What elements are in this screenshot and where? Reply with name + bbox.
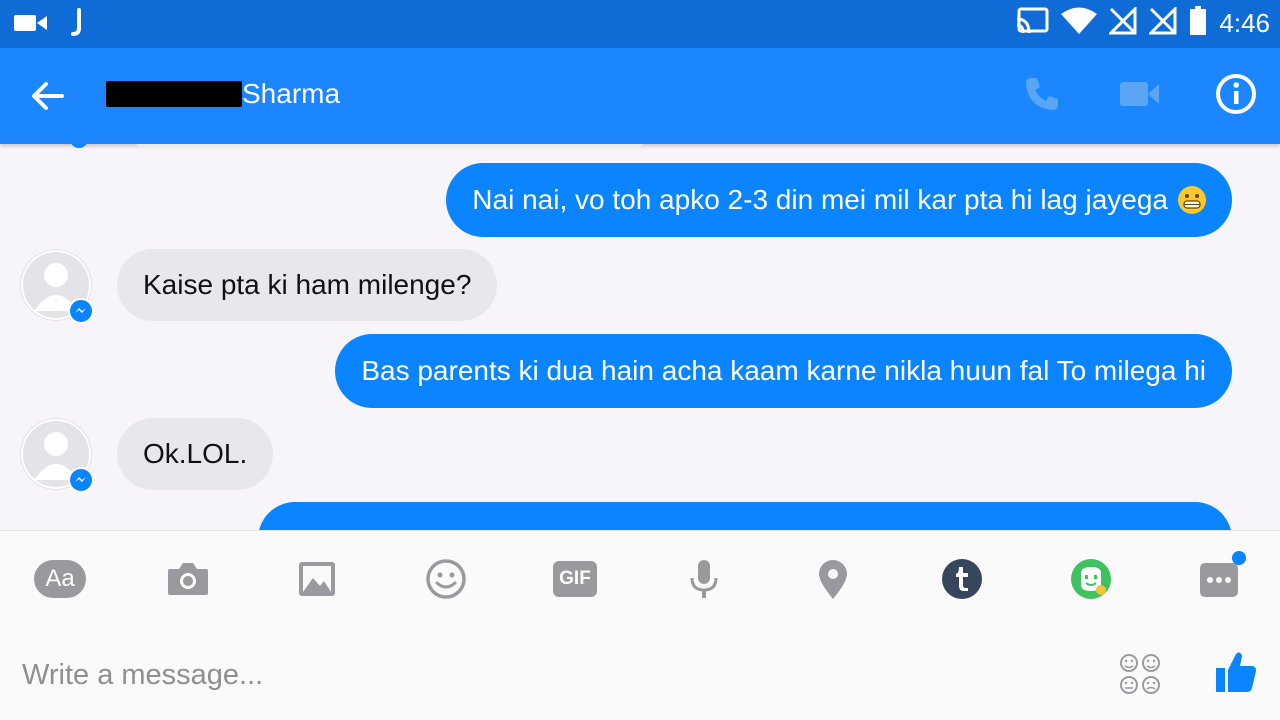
notification-dot: [1232, 551, 1246, 565]
message-text: Ok.LOL.: [143, 438, 248, 469]
emoji-icon[interactable]: [424, 557, 468, 601]
notification-j-icon: [70, 8, 84, 43]
gif-icon[interactable]: GIF: [553, 557, 597, 601]
no-signal-icon: [1107, 5, 1137, 40]
previous-message-fragment: [130, 144, 650, 148]
phone-icon[interactable]: [1022, 74, 1062, 119]
clock: 4:46: [1219, 8, 1270, 38]
incoming-message[interactable]: Ok.LOL.: [117, 418, 274, 490]
microphone-icon[interactable]: [682, 557, 726, 601]
message-thread[interactable]: Nai nai, vo toh apko 2-3 din mei mil kar…: [0, 144, 1280, 530]
contact-title[interactable]: Sharma: [106, 78, 340, 110]
outgoing-message-partial[interactable]: [258, 502, 1232, 530]
image-icon[interactable]: [295, 557, 339, 601]
composer: [0, 624, 1280, 720]
battery-icon: [1189, 6, 1207, 41]
bitmoji-icon[interactable]: [1069, 557, 1113, 601]
video-camera-icon: [14, 12, 48, 39]
arrow-left-icon[interactable]: [30, 78, 66, 119]
outgoing-message[interactable]: Nai nai, vo toh apko 2-3 din mei mil kar…: [446, 163, 1232, 237]
stickers-icon[interactable]: [1118, 652, 1162, 701]
outgoing-message[interactable]: Bas parents ki dua hain acha kaam karne …: [335, 334, 1232, 408]
location-icon[interactable]: [811, 557, 855, 601]
text-format-icon[interactable]: Aa: [34, 557, 86, 601]
message-text: Nai nai, vo toh apko 2-3 din mei mil kar…: [472, 184, 1168, 215]
status-bar: 4:46: [0, 0, 1280, 48]
composer-toolbar: Aa GIF: [0, 530, 1280, 625]
contact-name: Sharma: [242, 78, 341, 109]
messenger-badge-icon: [68, 467, 94, 493]
wifi-icon: [1061, 7, 1098, 40]
thumbs-up-icon[interactable]: [1214, 648, 1258, 701]
video-call-icon[interactable]: [1118, 74, 1160, 119]
tumblr-icon[interactable]: [940, 557, 984, 601]
conversation-header: Sharma: [0, 48, 1280, 144]
camera-icon[interactable]: [166, 557, 210, 601]
redacted-first-name: [106, 81, 242, 107]
messenger-badge-icon: [68, 298, 94, 324]
cast-icon: [1015, 7, 1049, 40]
grinning-face-icon: [1178, 186, 1206, 214]
message-input[interactable]: [20, 654, 1084, 696]
info-icon[interactable]: [1214, 72, 1258, 121]
no-signal-icon: [1147, 5, 1177, 40]
incoming-message[interactable]: Kaise pta ki ham milenge?: [117, 249, 498, 321]
more-icon[interactable]: [1198, 551, 1246, 601]
messenger-badge-icon: [70, 144, 88, 148]
message-text: Kaise pta ki ham milenge?: [143, 269, 472, 300]
message-text: Bas parents ki dua hain acha kaam karne …: [361, 355, 1206, 386]
